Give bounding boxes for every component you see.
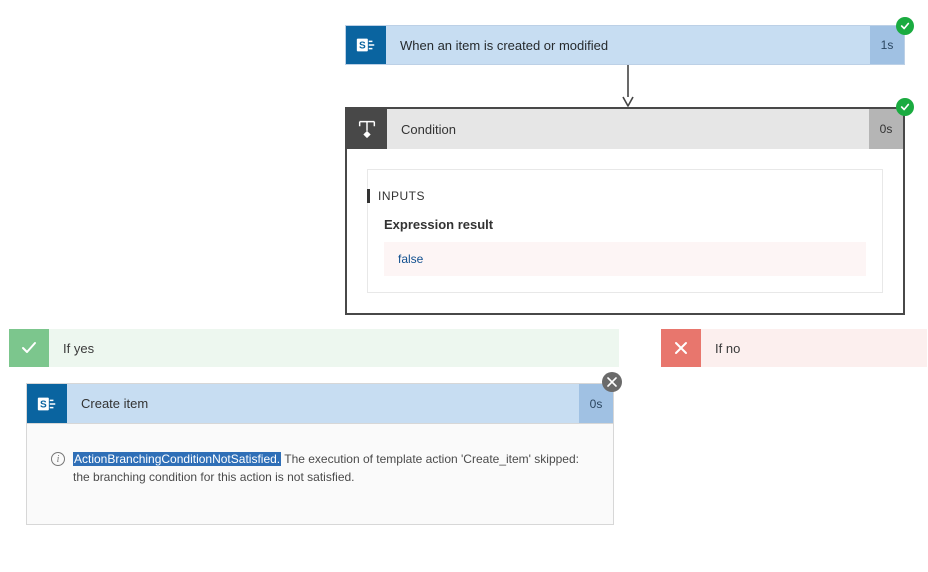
skip-message: ActionBranchingConditionNotSatisfied. Th… bbox=[73, 452, 579, 484]
condition-body: INPUTS Expression result false bbox=[347, 149, 903, 313]
branch-no[interactable]: If no bbox=[660, 328, 928, 368]
expression-result-value: false bbox=[384, 242, 866, 276]
condition-title: Condition bbox=[387, 109, 869, 149]
skip-message-code: ActionBranchingConditionNotSatisfied. bbox=[73, 452, 281, 466]
svg-text:S: S bbox=[359, 41, 366, 52]
create-item-card[interactable]: S Create item 0s i ActionBranchingCondit… bbox=[26, 383, 614, 525]
condition-icon bbox=[347, 109, 387, 149]
branch-no-label: If no bbox=[701, 329, 927, 367]
branch-yes-label: If yes bbox=[49, 329, 619, 367]
sharepoint-icon: S bbox=[346, 26, 386, 64]
condition-header[interactable]: Condition 0s bbox=[347, 109, 903, 149]
check-icon bbox=[9, 329, 49, 367]
condition-card[interactable]: Condition 0s INPUTS Expression result fa… bbox=[345, 107, 905, 315]
status-success-icon bbox=[896, 98, 914, 116]
flow-arrow-icon bbox=[622, 65, 634, 107]
status-success-icon bbox=[896, 17, 914, 35]
condition-duration: 0s bbox=[869, 109, 903, 149]
create-item-title: Create item bbox=[67, 384, 579, 423]
trigger-title: When an item is created or modified bbox=[386, 26, 870, 64]
cross-icon bbox=[661, 329, 701, 367]
trigger-card[interactable]: S When an item is created or modified 1s bbox=[345, 25, 905, 65]
sharepoint-icon: S bbox=[27, 384, 67, 423]
svg-text:S: S bbox=[40, 399, 47, 410]
create-item-body: i ActionBranchingConditionNotSatisfied. … bbox=[27, 424, 613, 524]
expression-result-label: Expression result bbox=[384, 217, 866, 232]
inputs-label: INPUTS bbox=[367, 189, 425, 203]
create-item-header[interactable]: S Create item 0s bbox=[27, 384, 613, 424]
inputs-box: INPUTS Expression result false bbox=[367, 169, 883, 293]
close-icon[interactable] bbox=[602, 372, 622, 392]
info-icon: i bbox=[51, 452, 65, 466]
branch-yes[interactable]: If yes bbox=[8, 328, 620, 368]
